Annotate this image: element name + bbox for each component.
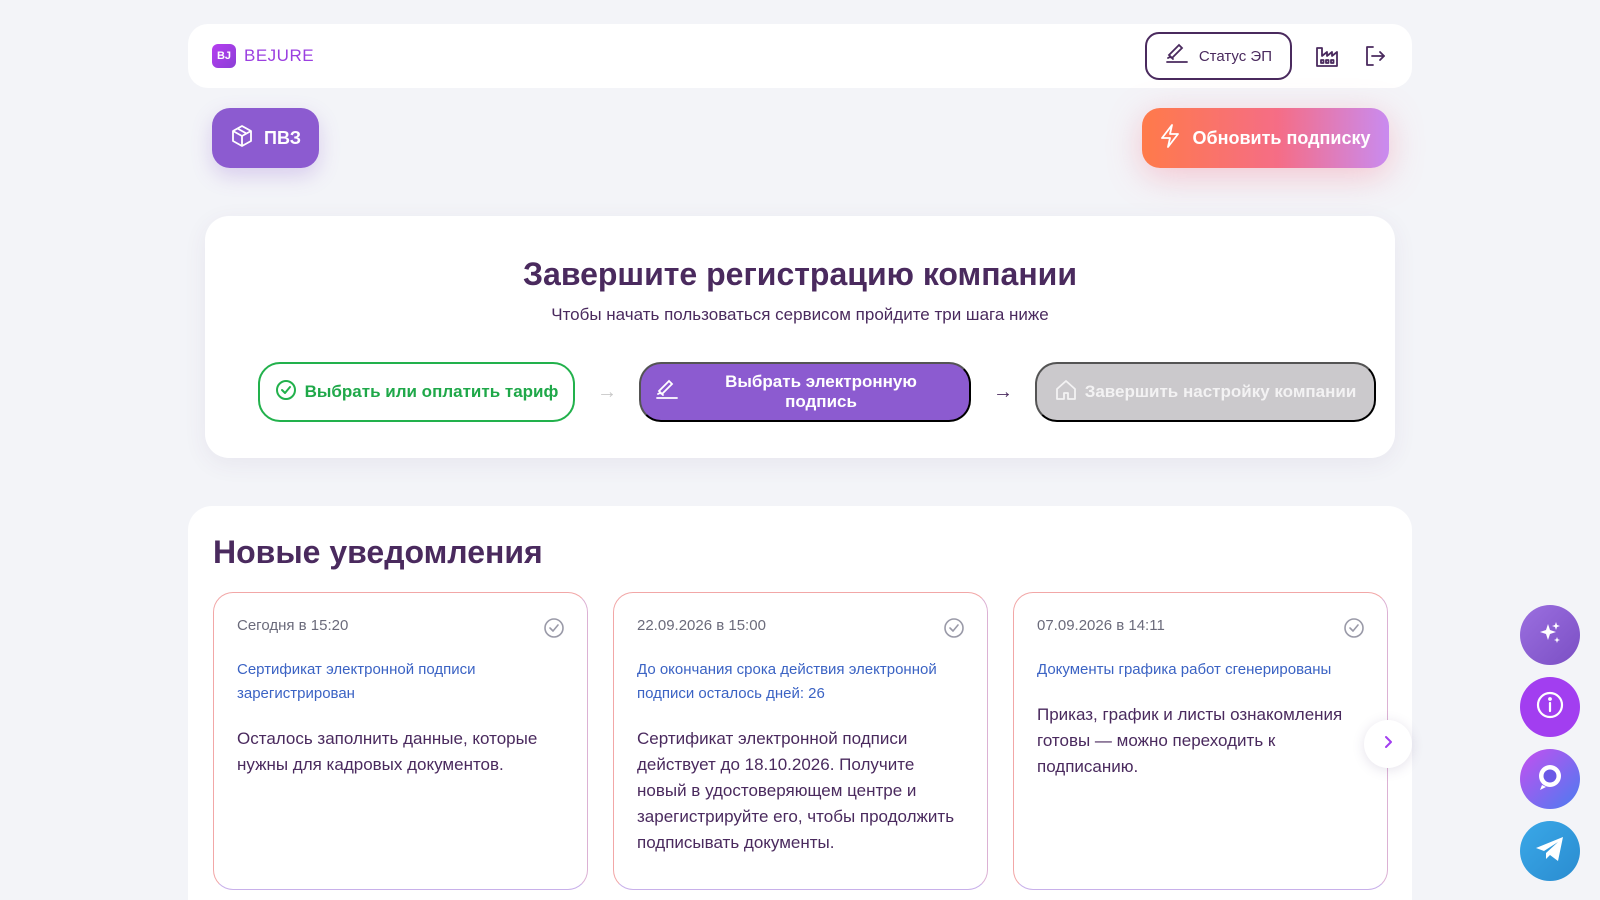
upgrade-label: Обновить подписку bbox=[1192, 127, 1371, 148]
registration-card: Завершите регистрацию компании Чтобы нач… bbox=[205, 216, 1395, 458]
header-actions: Статус ЭП bbox=[1144, 32, 1388, 80]
signature-status-label: Статус ЭП bbox=[1198, 47, 1272, 65]
pvz-label: ПВЗ bbox=[264, 127, 301, 148]
step-finish-setup: Завершить настройку компании bbox=[1035, 362, 1376, 422]
lightning-icon bbox=[1160, 123, 1180, 153]
logo[interactable]: BJ BEJURE bbox=[212, 44, 314, 68]
logo-text: BEJURE bbox=[244, 46, 315, 65]
notification-card[interactable]: Сегодня в 15:20 Сертификат электронной п… bbox=[213, 592, 588, 890]
check-circle-icon[interactable] bbox=[1343, 617, 1365, 639]
notifications-panel: Новые уведомления Сегодня в 15:20 Сертиф… bbox=[188, 506, 1412, 900]
telegram-icon bbox=[1534, 834, 1566, 869]
check-circle-icon bbox=[275, 379, 297, 406]
step-label: Выбрать или оплатить тариф bbox=[304, 382, 559, 401]
notification-text: Осталось заполнить данные, которые нужны… bbox=[237, 729, 538, 774]
registration-title: Завершите регистрацию компании bbox=[522, 256, 1078, 292]
check-circle-icon[interactable] bbox=[943, 617, 965, 639]
notification-link[interactable]: Документы графика работ сгенерированы bbox=[1037, 658, 1364, 682]
telegram-button[interactable] bbox=[1520, 821, 1580, 881]
arrow-right-icon: → bbox=[993, 380, 1013, 403]
chat-bubble-icon bbox=[1534, 761, 1566, 798]
logo-mark: BJ bbox=[212, 44, 236, 68]
step-label: Выбрать электронную подпись bbox=[725, 372, 917, 411]
step-choose-tariff[interactable]: Выбрать или оплатить тариф bbox=[258, 362, 575, 422]
arrow-right-icon: → bbox=[597, 380, 617, 403]
signature-icon bbox=[655, 379, 679, 406]
notification-link[interactable]: До окончания срока действия электронной … bbox=[637, 658, 964, 706]
chat-button[interactable] bbox=[1520, 749, 1580, 809]
factory-icon[interactable] bbox=[1314, 43, 1340, 69]
step-choose-signature[interactable]: Выбрать электронную подпись bbox=[639, 362, 971, 422]
notification-link[interactable]: Сертификат электронной подписи зарегистр… bbox=[237, 658, 564, 706]
home-icon bbox=[1055, 379, 1077, 406]
notifications-list: Сегодня в 15:20 Сертификат электронной п… bbox=[213, 592, 1388, 890]
top-header: BJ BEJURE Статус ЭП bbox=[188, 24, 1412, 88]
ai-assistant-button[interactable] bbox=[1520, 605, 1580, 665]
notifications-title: Новые уведомления bbox=[213, 534, 543, 570]
check-circle-icon[interactable] bbox=[543, 617, 565, 639]
registration-subtitle: Чтобы начать пользоваться сервисом пройд… bbox=[551, 305, 1049, 324]
step-label: Завершить настройку компании bbox=[1084, 382, 1357, 401]
notification-date: 22.09.2026 в 15:00 bbox=[637, 617, 766, 634]
info-button[interactable] bbox=[1520, 677, 1580, 737]
sparkles-icon bbox=[1537, 620, 1563, 651]
notification-text: Приказ, график и листы ознакомления гото… bbox=[1037, 705, 1343, 776]
info-icon bbox=[1535, 690, 1565, 725]
notification-card[interactable]: 22.09.2026 в 15:00 До окончания срока де… bbox=[613, 592, 988, 890]
notification-card[interactable]: 07.09.2026 в 14:11 Документы графика раб… bbox=[1013, 592, 1388, 890]
notification-date: Сегодня в 15:20 bbox=[237, 617, 349, 634]
upgrade-subscription-button[interactable]: Обновить подписку bbox=[1142, 108, 1389, 168]
notifications-next-button[interactable] bbox=[1364, 720, 1412, 768]
registration-steps: Выбрать или оплатить тариф → Выбрать эле… bbox=[258, 362, 1376, 422]
box-icon bbox=[230, 124, 254, 153]
chevron-right-icon bbox=[1381, 735, 1395, 754]
signature-icon bbox=[1165, 43, 1189, 69]
notification-date: 07.09.2026 в 14:11 bbox=[1037, 617, 1165, 634]
pvz-button[interactable]: ПВЗ bbox=[212, 108, 319, 168]
signature-status-button[interactable]: Статус ЭП bbox=[1144, 32, 1292, 80]
logout-icon[interactable] bbox=[1362, 43, 1388, 69]
notification-text: Сертификат электронной подписи действует… bbox=[637, 729, 955, 852]
